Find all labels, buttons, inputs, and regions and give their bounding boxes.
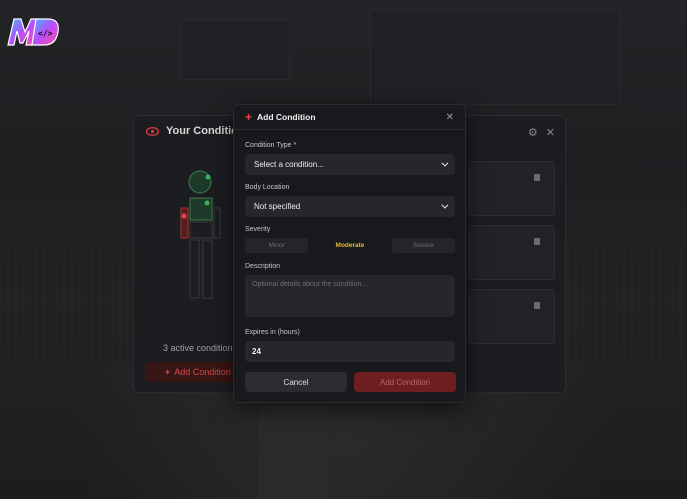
body-diagram[interactable] <box>170 168 230 318</box>
add-condition-modal: + Add Condition ✕ Condition Type * Selec… <box>233 104 466 403</box>
plus-icon: + <box>165 367 171 377</box>
background-building <box>370 10 620 105</box>
active-conditions-count: 3 active condition <box>163 343 233 353</box>
panel-title-text: Your Conditio <box>166 125 238 137</box>
panel-add-condition-button[interactable]: + Add Condition <box>145 362 245 382</box>
cancel-button[interactable]: Cancel <box>245 372 347 392</box>
eye-icon <box>146 126 159 136</box>
trash-icon[interactable] <box>534 302 540 309</box>
condition-card[interactable] <box>469 161 555 216</box>
logo-glyph: </> <box>38 29 53 38</box>
severity-minor-button[interactable]: Minor <box>245 238 309 253</box>
expires-input[interactable]: 24 <box>245 341 455 362</box>
chevron-down-icon <box>441 159 449 167</box>
description-label: Description <box>245 263 281 270</box>
background-character <box>258 395 328 499</box>
condition-type-value: Select a condition... <box>254 160 324 169</box>
condition-card[interactable] <box>469 289 555 344</box>
severity-severe-button[interactable]: Severe <box>391 238 455 253</box>
condition-card[interactable] <box>469 225 555 280</box>
body-location-value: Not specified <box>254 202 301 211</box>
panel-title: Your Conditio <box>146 125 238 137</box>
add-condition-button[interactable]: Add Condition <box>354 372 456 392</box>
body-location-select[interactable]: Not specified <box>245 196 455 217</box>
background-building <box>180 20 290 80</box>
condition-type-select[interactable]: Select a condition... <box>245 154 455 175</box>
chevron-down-icon <box>441 201 449 209</box>
modal-header: + Add Condition ✕ <box>234 105 465 130</box>
body-location-label: Body Location <box>245 184 290 191</box>
description-textarea[interactable]: Optional details about the condition... <box>245 275 455 317</box>
severity-label: Severity <box>245 226 271 233</box>
gear-icon[interactable]: ⚙ <box>528 126 538 139</box>
severity-selector: Minor Moderate Severe <box>245 238 455 253</box>
close-icon[interactable]: ✕ <box>546 126 555 139</box>
trash-icon[interactable] <box>534 174 540 181</box>
severity-moderate-button[interactable]: Moderate <box>318 238 381 253</box>
modal-title: Add Condition <box>257 112 316 122</box>
condition-type-label: Condition Type * <box>245 142 297 149</box>
trash-icon[interactable] <box>534 238 540 245</box>
close-icon[interactable]: ✕ <box>446 112 454 123</box>
md-logo: </> <box>7 18 59 46</box>
expires-label: Expires in (hours) <box>245 329 300 336</box>
plus-icon: + <box>245 110 253 124</box>
panel-add-label: Add Condition <box>174 367 231 377</box>
